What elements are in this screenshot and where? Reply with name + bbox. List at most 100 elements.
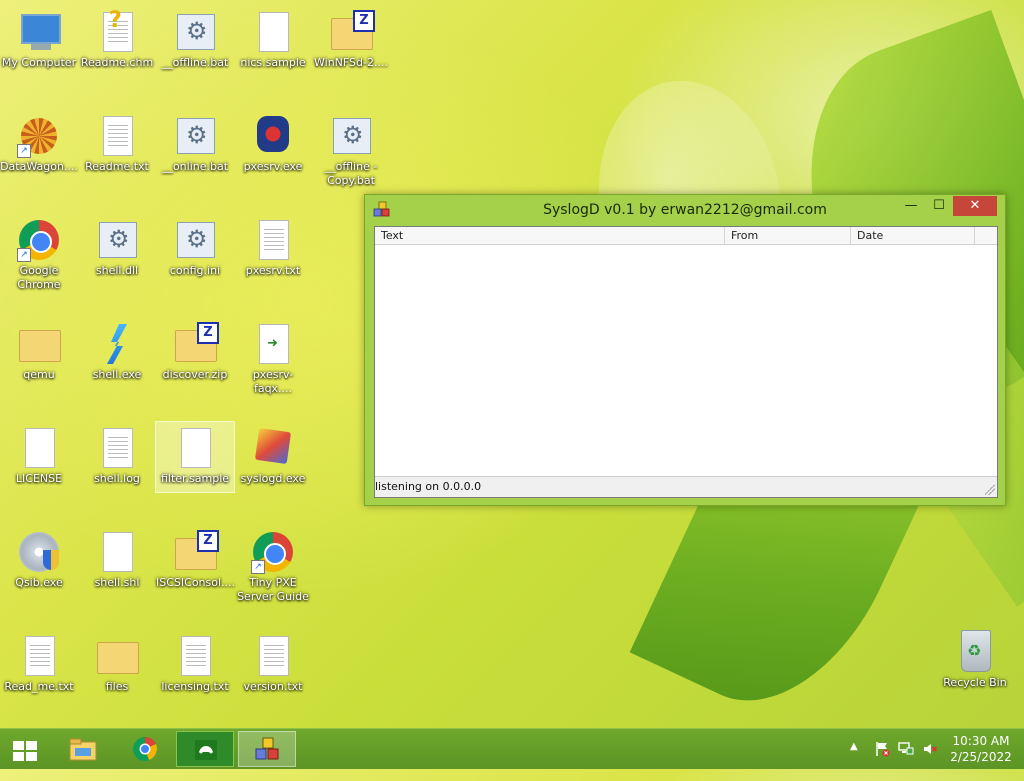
volume-muted-icon[interactable] xyxy=(922,741,938,757)
desktop-icon-label: LICENSE xyxy=(15,472,63,485)
settings-file-icon xyxy=(95,218,139,262)
batch-file-icon xyxy=(173,10,217,54)
window-titlebar[interactable]: SyslogD v0.1 by erwan2212@gmail.com — ☐ … xyxy=(365,195,1005,225)
desktop-icon-pxesrv-faq[interactable]: ➜ pxesrv-faqx.... xyxy=(234,322,312,396)
desktop-icon-shell-exe[interactable]: shell.exe xyxy=(78,322,156,382)
desktop-icon-shell-shl[interactable]: shell.shl xyxy=(78,530,156,590)
desktop-icon-label: Recycle Bin xyxy=(943,676,1007,689)
chrome-icon xyxy=(131,736,159,762)
desktop-icon-nics-sample[interactable]: nics.sample xyxy=(234,10,312,70)
system-clock[interactable]: 10:30 AM 2/25/2022 xyxy=(946,733,1016,765)
desktop-icon-discover-zip[interactable]: Z discover.zip xyxy=(156,322,234,382)
disc-icon xyxy=(17,530,61,574)
column-header-date[interactable]: Date xyxy=(851,227,975,244)
desktop-icon-label: WinNFSd-2.... xyxy=(314,56,388,69)
desktop-icon-label: shell.dll xyxy=(95,264,139,277)
desktop-icon-shell-dll[interactable]: shell.dll xyxy=(78,218,156,278)
desktop-icon-files[interactable]: files xyxy=(78,634,156,694)
gamepad-icon xyxy=(192,737,220,763)
syslogd-window[interactable]: SyslogD v0.1 by erwan2212@gmail.com — ☐ … xyxy=(364,194,1006,506)
desktop-icon-label: DataWagon.... xyxy=(0,160,78,173)
list-header: Text From Date xyxy=(375,227,997,245)
desktop-icon-qemu[interactable]: qemu xyxy=(0,322,78,382)
desktop-icon-recycle-bin[interactable]: Recycle Bin xyxy=(936,630,1014,690)
maximize-button[interactable]: ☐ xyxy=(925,196,953,216)
desktop-icon-datawagon[interactable]: ↗ DataWagon.... xyxy=(0,114,78,174)
datawagon-icon: ↗ xyxy=(17,114,61,158)
cubes-app-icon xyxy=(251,426,295,470)
folder-icon xyxy=(17,322,61,366)
minimize-button[interactable]: — xyxy=(897,196,925,216)
text-file-icon xyxy=(173,634,217,678)
desktop-icon-label: config.ini xyxy=(169,264,221,277)
status-bar: listening on 0.0.0.0 xyxy=(375,476,997,497)
desktop-icon-google-chrome[interactable]: ↗ Google Chrome xyxy=(0,218,78,292)
desktop-icon-offline-bat[interactable]: __offline.bat xyxy=(156,10,234,70)
text-file-icon xyxy=(17,634,61,678)
desktop-icon-version-txt[interactable]: version.txt xyxy=(234,634,312,694)
desktop-icon-config-ini[interactable]: config.ini xyxy=(156,218,234,278)
status-text: listening on 0.0.0.0 xyxy=(375,480,482,493)
file-icon xyxy=(251,10,295,54)
log-list-view[interactable]: Text From Date listening on 0.0.0.0 xyxy=(374,226,998,498)
column-header-from[interactable]: From xyxy=(725,227,851,244)
desktop-icon-label: shell.shl xyxy=(94,576,140,589)
desktop-icon-label: nics.sample xyxy=(240,56,306,69)
close-button[interactable]: ✕ xyxy=(953,196,997,216)
file-icon xyxy=(173,426,217,470)
zip-folder-icon: Z xyxy=(173,530,219,574)
desktop-icon-read-me[interactable]: Read_me.txt xyxy=(0,634,78,694)
desktop-icon-label: shell.exe xyxy=(92,368,142,381)
taskbar-chrome[interactable] xyxy=(116,731,174,767)
recycle-bin-icon xyxy=(953,630,997,674)
start-button[interactable] xyxy=(0,731,50,767)
resize-grip-icon[interactable] xyxy=(985,485,995,495)
desktop-icon-label: Readme.chm xyxy=(80,56,154,69)
desktop-icon-licensing-txt[interactable]: licensing.txt xyxy=(156,634,234,694)
batch-file-icon xyxy=(173,114,217,158)
desktop-icon-my-computer[interactable]: My Computer xyxy=(0,10,78,70)
text-file-icon xyxy=(251,634,295,678)
app-icon xyxy=(95,322,139,366)
chrome-icon: ↗ xyxy=(17,218,61,262)
clock-date: 2/25/2022 xyxy=(950,750,1012,764)
network-icon[interactable] xyxy=(898,741,914,757)
desktop-icon-winnfsd[interactable]: Z WinNFSd-2.... xyxy=(312,10,390,70)
desktop-icon-label: syslogd.exe xyxy=(240,472,306,485)
cubes-app-icon xyxy=(254,737,282,763)
log-entries[interactable] xyxy=(375,245,997,477)
desktop-icon-label: shell.log xyxy=(94,472,140,485)
desktop-icon-label: qemu xyxy=(23,368,55,381)
clock-time: 10:30 AM xyxy=(952,734,1010,748)
desktop-icon-online-bat[interactable]: __online.bat xyxy=(156,114,234,174)
desktop-icon-pxesrv-exe[interactable]: pxesrv.exe xyxy=(234,114,312,174)
desktop-icon-label: __offline.bat xyxy=(161,56,229,69)
action-center-flag-icon[interactable] xyxy=(874,741,890,757)
desktop-icon-tiny-pxe-guide[interactable]: ↗ Tiny PXE Server Guide xyxy=(234,530,312,604)
desktop-icon-qsib[interactable]: Qsib.exe xyxy=(0,530,78,590)
desktop-icon-readme-chm[interactable]: ? Readme.chm xyxy=(78,8,156,70)
desktop-icon-syslogd-exe[interactable]: syslogd.exe xyxy=(234,426,312,486)
desktop-icon-label: Readme.txt xyxy=(85,160,149,173)
desktop-icon-offline-copy-bat[interactable]: __offline - Copy.bat xyxy=(312,114,390,188)
taskbar-xbox-app[interactable] xyxy=(176,731,234,767)
desktop-icon-label: pxesrv.exe xyxy=(243,160,303,173)
desktop-icon-license[interactable]: LICENSE xyxy=(0,426,78,486)
desktop-icon-filter-sample[interactable]: filter.sample xyxy=(155,421,235,493)
desktop-icon-label: Read_me.txt xyxy=(4,680,74,693)
desktop-icon-iscsi-console[interactable]: Z ISCSIConsol.... xyxy=(156,530,235,590)
desktop-icon-readme-txt[interactable]: Readme.txt xyxy=(78,114,156,174)
desktop-icon-pxesrv-txt[interactable]: pxesrv.txt xyxy=(234,218,312,278)
column-header-text[interactable]: Text xyxy=(375,227,725,244)
desktop-icon-label: discover.zip xyxy=(162,368,228,381)
desktop-icon-label: licensing.txt xyxy=(161,680,229,693)
desktop-icon-label: files xyxy=(105,680,129,693)
windows-logo-icon xyxy=(13,741,37,761)
desktop-icon-shell-log[interactable]: shell.log xyxy=(78,426,156,486)
show-hidden-icons-button[interactable]: ▲ xyxy=(850,741,858,781)
computer-icon xyxy=(17,10,61,54)
pxe-server-icon xyxy=(251,114,295,158)
settings-file-icon xyxy=(173,218,217,262)
taskbar-syslogd[interactable] xyxy=(238,731,296,767)
taskbar-file-explorer[interactable] xyxy=(54,731,112,767)
